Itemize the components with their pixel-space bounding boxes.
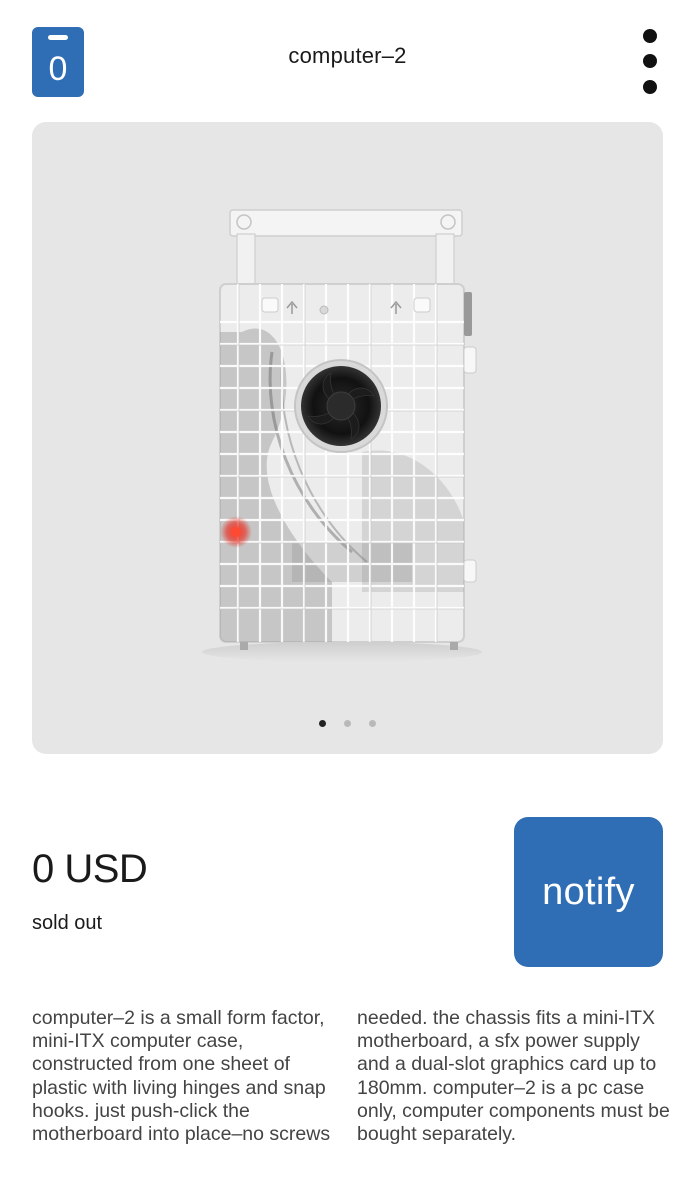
kebab-menu-icon[interactable] [636, 26, 664, 98]
product-image [202, 209, 482, 662]
cart-handle-icon [48, 35, 68, 40]
stock-status: sold out [32, 912, 103, 934]
product-price: 0 USD [32, 847, 148, 891]
notify-button[interactable]: notify [514, 817, 663, 967]
product-description: computer–2 is a small form factor, mini-… [32, 1007, 670, 1146]
gallery-dot-1[interactable] [318, 720, 326, 727]
product-gallery[interactable] [32, 122, 663, 754]
gallery-dot-2[interactable] [344, 720, 351, 727]
page-title: computer–2 [288, 43, 407, 68]
gallery-pagination [32, 714, 663, 727]
product-page: 0 computer–2 0 USD sold out notify compu… [0, 0, 695, 1200]
